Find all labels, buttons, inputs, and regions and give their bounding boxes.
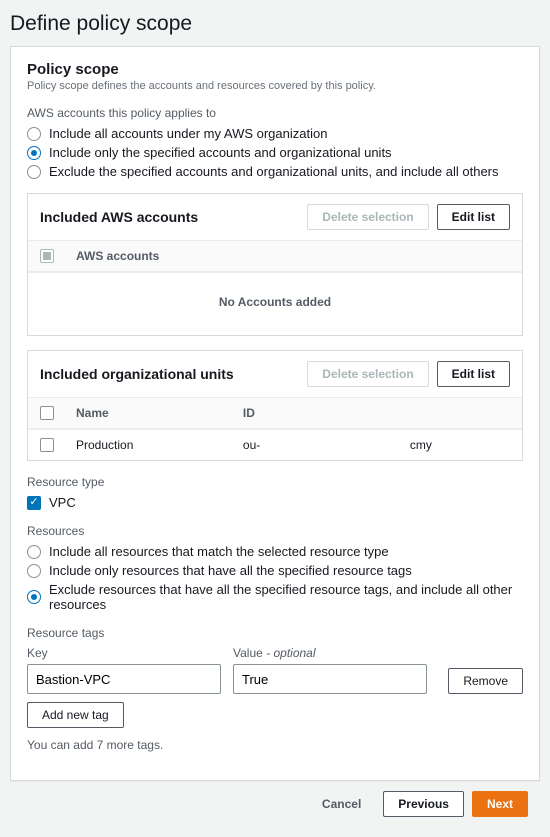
included-accounts-table-head: AWS accounts bbox=[28, 240, 522, 272]
page-title: Define policy scope bbox=[10, 12, 540, 36]
tag-row: Key Value - optional Remove bbox=[27, 646, 523, 694]
radio-icon bbox=[27, 127, 41, 141]
accounts-radio-all[interactable]: Include all accounts under my AWS organi… bbox=[27, 126, 523, 141]
resources-label: Resources bbox=[27, 524, 523, 538]
included-ous-table-head: Name ID bbox=[28, 397, 522, 429]
included-accounts-header: Included AWS accounts Delete selection E… bbox=[28, 194, 522, 240]
radio-icon bbox=[27, 545, 41, 559]
cancel-button[interactable]: Cancel bbox=[308, 791, 375, 817]
radio-icon bbox=[27, 146, 41, 160]
footer-bar: Cancel Previous Next bbox=[10, 781, 540, 827]
radio-label: Exclude resources that have all the spec… bbox=[49, 582, 523, 612]
tag-key-col: Key bbox=[27, 646, 221, 694]
included-ous-btn-row: Delete selection Edit list bbox=[307, 361, 510, 387]
previous-button[interactable]: Previous bbox=[383, 791, 464, 817]
resource-type-label: Resource type bbox=[27, 475, 523, 489]
resources-radio-exclude[interactable]: Exclude resources that have all the spec… bbox=[27, 582, 523, 612]
edit-list-button[interactable]: Edit list bbox=[437, 204, 510, 230]
tag-value-optional: - optional bbox=[263, 646, 316, 660]
edit-list-button[interactable]: Edit list bbox=[437, 361, 510, 387]
radio-label: Include all resources that match the sel… bbox=[49, 544, 389, 559]
tag-value-col: Value - optional bbox=[233, 646, 427, 694]
tag-key-input[interactable] bbox=[27, 664, 221, 694]
radio-label: Exclude the specified accounts and organ… bbox=[49, 164, 499, 179]
radio-icon bbox=[27, 165, 41, 179]
next-button[interactable]: Next bbox=[472, 791, 528, 817]
included-ous-title: Included organizational units bbox=[40, 366, 234, 382]
radio-icon bbox=[27, 564, 41, 578]
tag-hint: You can add 7 more tags. bbox=[27, 738, 523, 752]
row-checkbox[interactable] bbox=[40, 438, 54, 452]
ou-name: Production bbox=[76, 438, 243, 452]
select-all-checkbox[interactable] bbox=[40, 249, 54, 263]
included-ous-panel: Included organizational units Delete sel… bbox=[27, 350, 523, 461]
remove-tag-button[interactable]: Remove bbox=[448, 668, 523, 694]
table-row[interactable]: Production ou- cmy bbox=[28, 429, 522, 460]
select-all-checkbox[interactable] bbox=[40, 406, 54, 420]
included-accounts-panel: Included AWS accounts Delete selection E… bbox=[27, 193, 523, 336]
col-id: ID bbox=[243, 406, 410, 420]
included-accounts-title: Included AWS accounts bbox=[40, 209, 198, 225]
add-new-tag-button[interactable]: Add new tag bbox=[27, 702, 124, 728]
resource-tags-label: Resource tags bbox=[27, 626, 523, 640]
included-accounts-empty: No Accounts added bbox=[28, 272, 522, 335]
resources-radio-all[interactable]: Include all resources that match the sel… bbox=[27, 544, 523, 559]
resource-type-vpc[interactable]: ✓ VPC bbox=[27, 495, 523, 510]
accounts-radio-only[interactable]: Include only the specified accounts and … bbox=[27, 145, 523, 160]
tag-value-label: Value - optional bbox=[233, 646, 427, 660]
included-accounts-btn-row: Delete selection Edit list bbox=[307, 204, 510, 230]
policy-scope-panel: Policy scope Policy scope defines the ac… bbox=[10, 46, 540, 781]
accounts-section-label: AWS accounts this policy applies to bbox=[27, 106, 523, 120]
page-root: Define policy scope Policy scope Policy … bbox=[0, 0, 550, 837]
checkbox-icon: ✓ bbox=[27, 496, 41, 510]
panel-header: Policy scope Policy scope defines the ac… bbox=[27, 61, 523, 92]
col-aws-accounts: AWS accounts bbox=[76, 249, 510, 263]
delete-selection-button: Delete selection bbox=[307, 361, 428, 387]
checkbox-label: VPC bbox=[49, 495, 76, 510]
panel-desc: Policy scope defines the accounts and re… bbox=[27, 80, 523, 92]
resources-radio-only[interactable]: Include only resources that have all the… bbox=[27, 563, 523, 578]
tag-value-label-text: Value bbox=[233, 646, 263, 660]
col-name: Name bbox=[76, 406, 243, 420]
tag-key-label: Key bbox=[27, 646, 221, 660]
panel-title: Policy scope bbox=[27, 61, 523, 78]
ou-id-prefix: ou- bbox=[243, 438, 410, 452]
radio-icon bbox=[27, 590, 41, 604]
radio-label: Include only resources that have all the… bbox=[49, 563, 412, 578]
delete-selection-button: Delete selection bbox=[307, 204, 428, 230]
ou-id-suffix: cmy bbox=[410, 438, 510, 452]
radio-label: Include only the specified accounts and … bbox=[49, 145, 392, 160]
accounts-radio-exclude[interactable]: Exclude the specified accounts and organ… bbox=[27, 164, 523, 179]
included-ous-header: Included organizational units Delete sel… bbox=[28, 351, 522, 397]
radio-label: Include all accounts under my AWS organi… bbox=[49, 126, 327, 141]
tag-value-input[interactable] bbox=[233, 664, 427, 694]
